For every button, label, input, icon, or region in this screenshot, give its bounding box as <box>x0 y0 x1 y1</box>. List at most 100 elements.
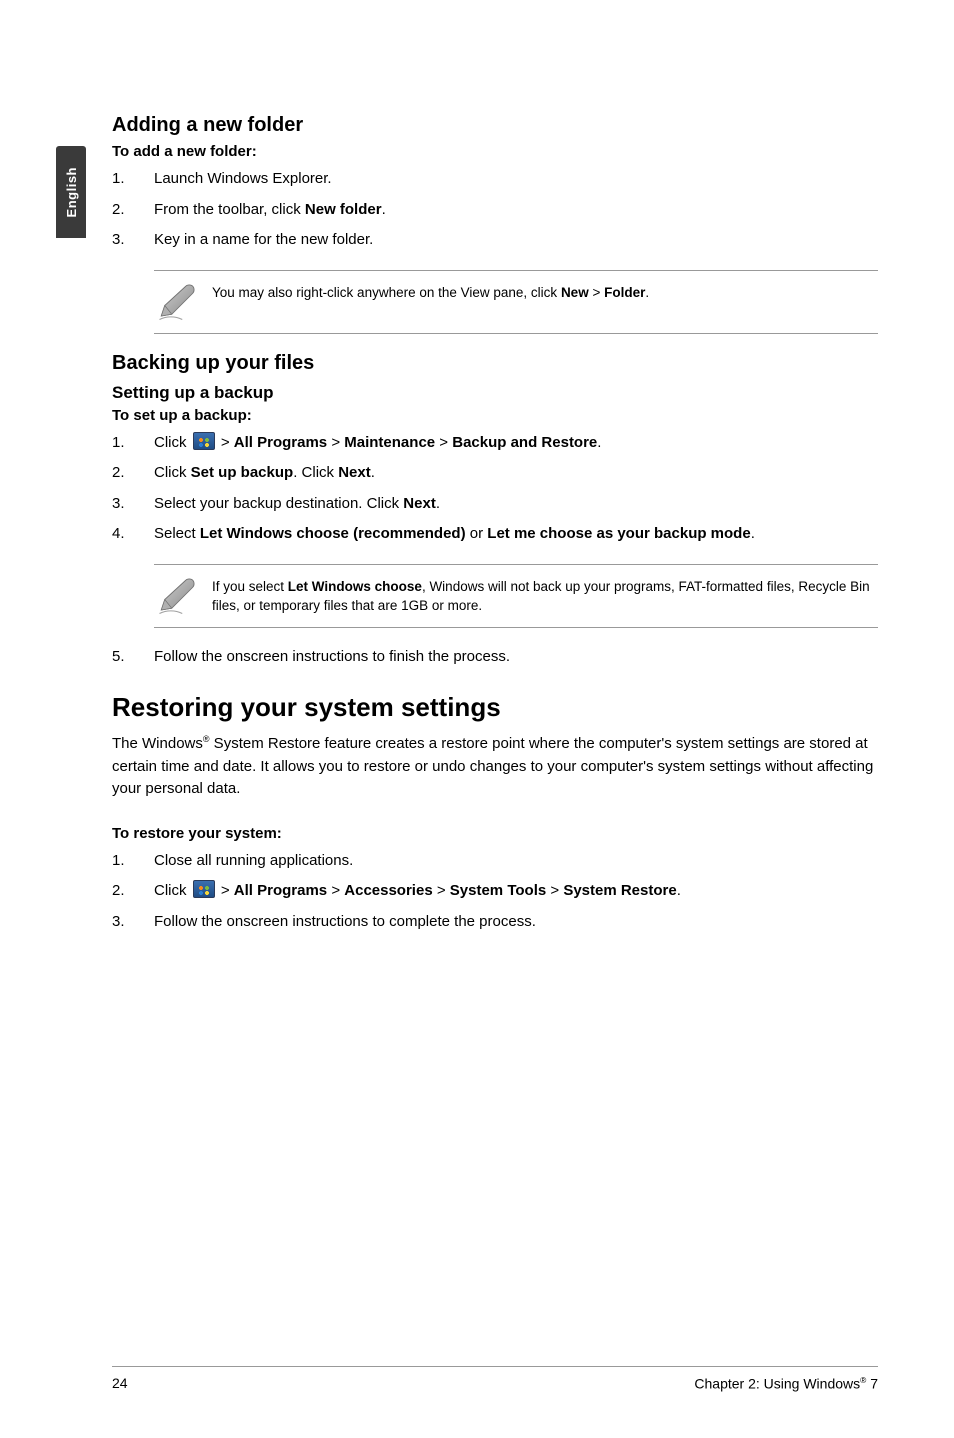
text-fragment: > <box>435 434 452 451</box>
text-bold: Let Windows choose <box>288 579 422 594</box>
step-item: 5. Follow the onscreen instructions to f… <box>112 646 878 669</box>
step-item: 1. Click > All Programs > Maintenance > … <box>112 432 878 455</box>
text-fragment: > <box>217 882 234 899</box>
language-tab-label: English <box>64 167 79 217</box>
text-fragment: Click <box>154 882 191 899</box>
text-fragment: . Click <box>293 464 338 481</box>
page: English Adding a new folder To add a new… <box>0 0 954 1438</box>
text-fragment: Chapter 2: Using Windows <box>694 1376 860 1392</box>
text-bold: Maintenance <box>344 434 435 451</box>
note-icon-col <box>154 575 212 617</box>
step-number: 3. <box>112 911 154 934</box>
text-bold: Let me choose as your backup mode <box>487 525 750 542</box>
note-text: If you select Let Windows choose, Window… <box>212 575 870 616</box>
step-text: Click Set up backup. Click Next. <box>154 462 878 485</box>
text-bold: System Restore <box>563 882 676 899</box>
step-text: Click > All Programs > Maintenance > Bac… <box>154 432 878 455</box>
text-fragment: . <box>371 464 375 481</box>
text-fragment: . <box>751 525 755 542</box>
step-text: Select your backup destination. Click Ne… <box>154 493 878 516</box>
text-fragment: . <box>645 285 649 300</box>
step-item: 2. Click Set up backup. Click Next. <box>112 462 878 485</box>
text-fragment: > <box>433 882 450 899</box>
step-number: 4. <box>112 523 154 546</box>
text-bold: Backup and Restore <box>452 434 597 451</box>
step-number: 3. <box>112 493 154 516</box>
heading-backing-up: Backing up your files <box>112 352 878 375</box>
step-text: Follow the onscreen instructions to comp… <box>154 911 878 934</box>
text-fragment: > <box>589 285 604 300</box>
note-icon-col <box>154 281 212 323</box>
step-item: 3. Select your backup destination. Click… <box>112 493 878 516</box>
step-number: 5. <box>112 646 154 669</box>
text-fragment: Click <box>154 464 191 481</box>
text-fragment: . <box>382 201 386 218</box>
step-text: Key in a name for the new folder. <box>154 229 878 252</box>
step-item: 3. Follow the onscreen instructions to c… <box>112 911 878 934</box>
text-fragment: 7 <box>866 1376 878 1392</box>
language-tab: English <box>56 146 86 238</box>
note-text: You may also right-click anywhere on the… <box>212 281 870 303</box>
step-item: 2. Click > All Programs > Accessories > … <box>112 880 878 903</box>
text-fragment: > <box>546 882 563 899</box>
heading-restoring: Restoring your system settings <box>112 692 878 723</box>
steps-backup-cont: 5. Follow the onscreen instructions to f… <box>112 646 878 669</box>
step-number: 2. <box>112 462 154 485</box>
step-text: Close all running applications. <box>154 850 878 873</box>
text-bold: Let Windows choose (recommended) <box>200 525 466 542</box>
text-fragment: The Windows <box>112 735 203 752</box>
step-number: 1. <box>112 168 154 191</box>
step-number: 2. <box>112 199 154 222</box>
note-block: If you select Let Windows choose, Window… <box>154 564 878 628</box>
step-item: 3. Key in a name for the new folder. <box>112 229 878 252</box>
step-text: Launch Windows Explorer. <box>154 168 878 191</box>
note-block: You may also right-click anywhere on the… <box>154 270 878 334</box>
text-fragment: > <box>217 434 234 451</box>
text-fragment: . <box>436 495 440 512</box>
text-fragment: . <box>597 434 601 451</box>
heading-adding-folder: Adding a new folder <box>112 114 878 137</box>
registered-mark: ® <box>203 734 210 744</box>
windows-start-icon <box>193 432 215 450</box>
text-fragment: System Restore feature creates a restore… <box>112 735 873 797</box>
step-number: 2. <box>112 880 154 903</box>
page-footer: 24 Chapter 2: Using Windows® 7 <box>112 1366 878 1392</box>
windows-start-icon <box>193 880 215 898</box>
text-fragment: If you select <box>212 579 288 594</box>
pen-icon <box>156 575 198 617</box>
text-fragment: Click <box>154 434 191 451</box>
lead-restore: To restore your system: <box>112 825 878 842</box>
text-fragment: . <box>677 882 681 899</box>
text-fragment: You may also right-click anywhere on the… <box>212 285 561 300</box>
lead-setup-backup: To set up a backup: <box>112 407 878 424</box>
step-text: Click > All Programs > Accessories > Sys… <box>154 880 878 903</box>
step-number: 3. <box>112 229 154 252</box>
step-text: Select Let Windows choose (recommended) … <box>154 523 878 546</box>
text-bold: Folder <box>604 285 645 300</box>
step-item: 1. Launch Windows Explorer. <box>112 168 878 191</box>
lead-add-folder: To add a new folder: <box>112 143 878 160</box>
text-bold: New <box>561 285 589 300</box>
text-fragment: From the toolbar, click <box>154 201 305 218</box>
text-bold: All Programs <box>234 434 327 451</box>
subheading-setting-backup: Setting up a backup <box>112 383 878 403</box>
steps-restore: 1. Close all running applications. 2. Cl… <box>112 850 878 934</box>
text-bold: Next <box>403 495 436 512</box>
text-bold: Next <box>338 464 371 481</box>
step-number: 1. <box>112 432 154 455</box>
steps-backup: 1. Click > All Programs > Maintenance > … <box>112 432 878 546</box>
page-number: 24 <box>112 1375 128 1392</box>
text-bold: All Programs <box>234 882 327 899</box>
text-fragment: > <box>327 882 344 899</box>
text-fragment: > <box>327 434 344 451</box>
steps-add-folder: 1. Launch Windows Explorer. 2. From the … <box>112 168 878 252</box>
text-bold: Set up backup <box>191 464 294 481</box>
text-bold: New folder <box>305 201 382 218</box>
step-text: From the toolbar, click New folder. <box>154 199 878 222</box>
pen-icon <box>156 281 198 323</box>
chapter-label: Chapter 2: Using Windows® 7 <box>694 1375 878 1392</box>
step-text: Follow the onscreen instructions to fini… <box>154 646 878 669</box>
text-bold: Accessories <box>344 882 432 899</box>
step-number: 1. <box>112 850 154 873</box>
step-item: 2. From the toolbar, click New folder. <box>112 199 878 222</box>
